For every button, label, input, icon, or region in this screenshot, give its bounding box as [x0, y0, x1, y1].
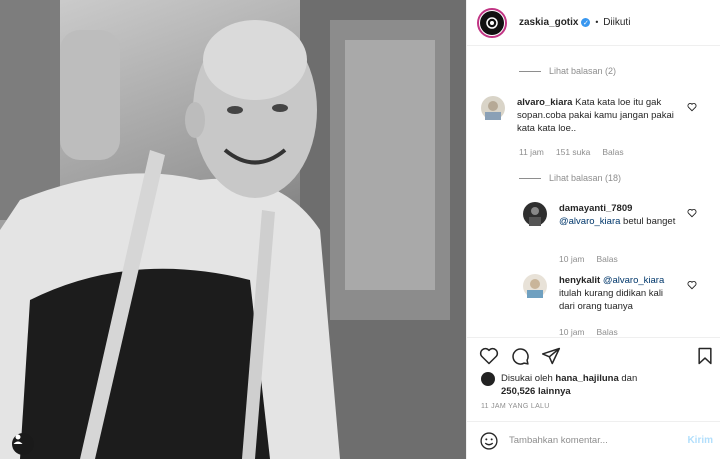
liked-by-summary: Disukai oleh hana_hajiluna dan 250,526 l…: [481, 372, 671, 398]
reply-reply-button[interactable]: Balas: [597, 327, 618, 337]
reply-text: betul banget: [623, 216, 676, 227]
comment-composer: Kirim: [467, 421, 720, 459]
bookmark-icon[interactable]: [695, 346, 715, 366]
comment-time: 11 jam: [519, 147, 544, 157]
comment-reply-button[interactable]: Balas: [602, 147, 623, 157]
view-replies-button[interactable]: Lihat balasan (2): [519, 66, 616, 76]
reply-item: henykalit @alvaro_kiara itulah kurang di…: [523, 274, 713, 324]
author-username[interactable]: zaskia_gotix: [519, 17, 578, 28]
user-tag-icon[interactable]: [12, 433, 34, 455]
comment-like-icon[interactable]: [687, 102, 697, 112]
likes-suffix[interactable]: lainnya: [538, 386, 571, 397]
comment-likes[interactable]: 151 suka: [556, 147, 591, 157]
reply-item: damayanti_7809 @alvaro_kiara betul bange…: [523, 202, 713, 252]
reply-time: 10 jam: [559, 254, 585, 264]
reply-time: 10 jam: [559, 327, 585, 337]
heart-icon[interactable]: [479, 346, 499, 366]
liked-by-connector: dan: [621, 373, 638, 384]
liked-by-prefix: Disukai oleh: [501, 373, 553, 384]
reply-username[interactable]: henykalit: [559, 275, 600, 286]
liked-by-user[interactable]: hana_hajiluna: [555, 373, 618, 384]
reply-text: itulah kurang didikan kali dari orang tu…: [559, 288, 664, 312]
emoji-icon[interactable]: [479, 431, 499, 451]
liked-by-avatar[interactable]: [481, 372, 495, 386]
follow-status-button[interactable]: Diikuti: [603, 17, 630, 28]
reply-mention[interactable]: @alvaro_kiara: [559, 216, 620, 227]
reply-mention[interactable]: @alvaro_kiara: [603, 275, 664, 286]
reply-like-icon[interactable]: [687, 280, 697, 290]
post-comment-button[interactable]: Kirim: [687, 435, 713, 446]
comment-input[interactable]: [509, 435, 669, 446]
post-timestamp[interactable]: 11 JAM YANG LALU: [481, 403, 550, 410]
commenter-avatar[interactable]: [523, 202, 547, 226]
reply-username[interactable]: damayanti_7809: [559, 203, 632, 214]
comments-list[interactable]: Lihat balasan (2) alvaro_kiara Kata kata…: [467, 47, 720, 337]
reply-reply-button[interactable]: Balas: [597, 254, 618, 264]
likes-count[interactable]: 250,526: [501, 386, 535, 397]
post-photo[interactable]: [0, 0, 466, 459]
comment-icon[interactable]: [510, 346, 530, 366]
reply-meta: 10 jam Balas: [559, 254, 618, 264]
view-replies-button[interactable]: Lihat balasan (18): [519, 173, 621, 183]
post-header: zaskia_gotix ✓ • Diikuti: [467, 0, 720, 46]
header-separator: •: [594, 18, 600, 27]
share-icon[interactable]: [541, 346, 561, 366]
reply-meta: 10 jam Balas: [559, 327, 618, 337]
comment-username[interactable]: alvaro_kiara: [517, 97, 572, 108]
photo-illustration: [0, 0, 466, 459]
commenter-avatar[interactable]: [523, 274, 547, 298]
comment-meta: 11 jam 151 suka Balas: [519, 147, 624, 157]
commenter-avatar[interactable]: [481, 96, 505, 120]
verified-icon: ✓: [581, 18, 591, 27]
post-side-panel: zaskia_gotix ✓ • Diikuti Lihat balasan (…: [466, 0, 720, 459]
author-avatar[interactable]: [477, 7, 507, 38]
reply-like-icon[interactable]: [687, 208, 697, 218]
action-bar: [467, 337, 720, 373]
